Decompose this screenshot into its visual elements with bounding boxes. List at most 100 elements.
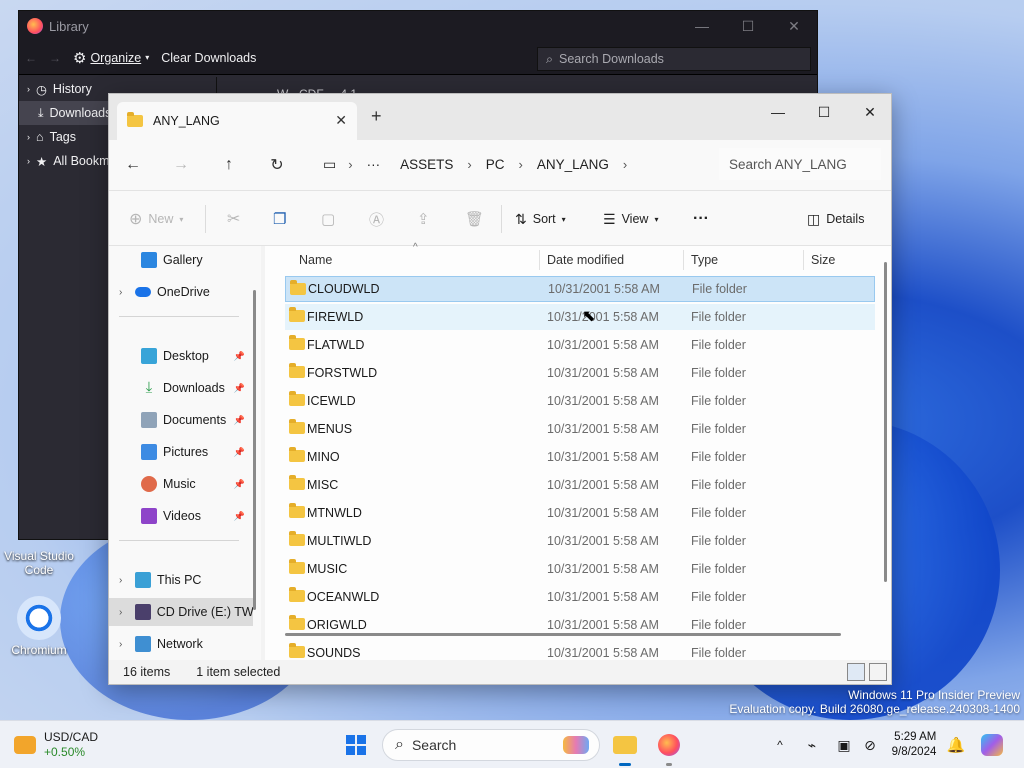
maximize-button[interactable]: ☐	[801, 98, 847, 126]
forward-button[interactable]: →	[157, 140, 205, 190]
breadcrumb-any-lang[interactable]: ANY_LANG	[527, 157, 619, 172]
file-type: File folder	[692, 282, 747, 296]
taskbar-file-explorer[interactable]	[608, 721, 642, 768]
more-options-button[interactable]: ···	[693, 191, 709, 247]
back-icon[interactable]: ←	[25, 51, 37, 65]
forward-icon[interactable]: →	[49, 51, 61, 65]
rename-button[interactable]: Ⓐ	[369, 191, 384, 247]
file-name: FORSTWLD	[307, 366, 378, 380]
volume-icon[interactable]: ⊘	[860, 721, 880, 768]
library-titlebar[interactable]: Library — ☐ ✕	[19, 11, 817, 41]
minimize-button[interactable]: —	[679, 11, 725, 41]
copy-button[interactable]: ❐	[273, 191, 286, 247]
address-bar[interactable]: ▭ › ··· ASSETS › PC › ANY_LANG ›	[315, 148, 719, 180]
refresh-button[interactable]: ↻	[253, 140, 301, 190]
tiles-view-button[interactable]	[869, 663, 887, 681]
file-type: File folder	[691, 310, 746, 324]
table-row[interactable]: MUSIC 10/31/2001 5:58 AM File folder	[285, 556, 875, 582]
clear-downloads-button[interactable]: Clear Downloads	[161, 51, 256, 65]
scrollbar-thumb[interactable]	[253, 290, 256, 610]
chevron-down-icon: ▾	[179, 214, 184, 224]
chevron-right-icon: ›	[119, 606, 123, 618]
details-view-button[interactable]	[847, 663, 865, 681]
nav-scrollbar[interactable]	[253, 246, 256, 666]
taskbar-firefox[interactable]	[652, 721, 686, 768]
close-button[interactable]: ✕	[771, 11, 817, 41]
nav-item-cd-drive[interactable]: › CD Drive (E:) TW	[109, 598, 253, 626]
desktop-icon-chromium[interactable]: Chromium	[4, 596, 74, 657]
file-type: File folder	[691, 338, 746, 352]
search-icon: ⌕	[546, 51, 554, 66]
breadcrumb-pc[interactable]: PC	[476, 157, 515, 172]
minimize-button[interactable]: —	[755, 98, 801, 126]
start-button[interactable]	[340, 721, 372, 768]
nav-item-downloads[interactable]: ⤓ Downloads 📌	[109, 374, 249, 402]
table-row[interactable]: MTNWLD 10/31/2001 5:58 AM File folder	[285, 500, 875, 526]
table-row[interactable]: MISC 10/31/2001 5:58 AM File folder	[285, 472, 875, 498]
table-row[interactable]: FLATWLD 10/31/2001 5:58 AM File folder	[285, 332, 875, 358]
copy-icon: ❐	[273, 211, 287, 228]
explorer-window[interactable]: ANY_LANG ✕ + — ☐ ✕ ← → ↑ ↻ ▭ › ··· ASSET…	[108, 93, 892, 685]
copilot-icon[interactable]	[978, 721, 1006, 768]
nav-item-gallery[interactable]: Gallery	[109, 246, 249, 274]
vertical-scrollbar[interactable]	[884, 262, 887, 582]
file-type: File folder	[691, 590, 746, 604]
clock-icon: ◷	[36, 82, 47, 97]
taskbar-search[interactable]: ⌕ Search	[382, 729, 600, 761]
table-row[interactable]: OCEANWLD 10/31/2001 5:58 AM File folder	[285, 584, 875, 610]
scissors-icon: ✂	[227, 211, 241, 228]
new-tab-button[interactable]: +	[371, 106, 382, 127]
nav-item-pictures[interactable]: Pictures 📌	[109, 438, 249, 466]
nav-item-this-pc[interactable]: › This PC	[109, 566, 249, 594]
stock-widget[interactable]: USD/CAD +0.50%	[14, 721, 114, 768]
column-header-type[interactable]: Type	[691, 246, 718, 274]
show-hidden-icons-button[interactable]: ^	[770, 721, 790, 768]
nav-item-desktop[interactable]: Desktop 📌	[109, 342, 249, 370]
table-row[interactable]: MENUS 10/31/2001 5:58 AM File folder	[285, 416, 875, 442]
library-search-input[interactable]: ⌕ Search Downloads	[537, 47, 811, 71]
breadcrumb-overflow[interactable]: ···	[357, 157, 391, 172]
table-row[interactable]: ICEWLD 10/31/2001 5:58 AM File folder	[285, 388, 875, 414]
nav-item-onedrive[interactable]: › OneDrive	[109, 278, 249, 306]
horizontal-scrollbar[interactable]	[285, 633, 841, 636]
maximize-button[interactable]: ☐	[725, 11, 771, 41]
command-bar: ⊕ New ▾ ✂ ❐ ▢ Ⓐ ⇪ 🗑 ⇅ Sort ▾ ☰ View ▾ ··…	[109, 190, 891, 246]
column-header-name[interactable]: Name	[299, 246, 332, 274]
details-pane-button[interactable]: ◫ Details	[807, 191, 864, 247]
folder-icon	[289, 559, 305, 574]
search-icon: ⌕	[395, 736, 404, 753]
sort-button[interactable]: ⇅ Sort ▾	[515, 191, 566, 247]
delete-button[interactable]: 🗑	[465, 191, 484, 247]
column-header-size[interactable]: Size	[811, 246, 835, 274]
nav-item-network[interactable]: › Network	[109, 630, 249, 658]
table-row[interactable]: CLOUDWLD 10/31/2001 5:58 AM File folder	[285, 276, 875, 302]
close-tab-icon[interactable]: ✕	[335, 112, 347, 129]
back-button[interactable]: ←	[109, 140, 157, 190]
new-button[interactable]: ⊕ New ▾	[129, 191, 183, 247]
nav-item-videos[interactable]: Videos 📌	[109, 502, 249, 530]
nav-item-documents[interactable]: Documents 📌	[109, 406, 249, 434]
up-button[interactable]: ↑	[205, 140, 253, 190]
network-status-icon[interactable]: ⌁	[802, 721, 822, 768]
table-row[interactable]: FORSTWLD 10/31/2001 5:58 AM File folder	[285, 360, 875, 386]
view-button[interactable]: ☰ View ▾	[603, 191, 658, 247]
tab-any-lang[interactable]: ANY_LANG ✕	[117, 102, 357, 140]
cut-button[interactable]: ✂	[227, 191, 240, 247]
clock[interactable]: 5:29 AM 9/8/2024	[886, 721, 942, 768]
notification-bell-icon[interactable]: 🔔	[946, 721, 966, 768]
explorer-tabbar: ANY_LANG ✕ + — ☐ ✕	[109, 94, 891, 140]
chevron-down-icon: ▾	[561, 214, 566, 224]
breadcrumb-assets[interactable]: ASSETS	[390, 157, 463, 172]
table-row[interactable]: MINO 10/31/2001 5:58 AM File folder	[285, 444, 875, 470]
display-icon[interactable]: ▣	[834, 721, 854, 768]
table-row[interactable]: FIREWLD 10/31/2001 5:58 AM File folder	[285, 304, 875, 330]
table-row[interactable]: MULTIWLD 10/31/2001 5:58 AM File folder	[285, 528, 875, 554]
file-date: 10/31/2001 5:58 AM	[547, 310, 659, 324]
paste-button[interactable]: ▢	[321, 191, 335, 247]
nav-item-music[interactable]: Music 📌	[109, 470, 249, 498]
search-input[interactable]: Search ANY_LANG	[719, 148, 881, 180]
close-button[interactable]: ✕	[847, 98, 893, 126]
share-button[interactable]: ⇪	[417, 191, 430, 247]
column-header-date[interactable]: Date modified	[547, 246, 624, 274]
organize-menu[interactable]: ⚙ Organize ▾	[73, 49, 149, 67]
